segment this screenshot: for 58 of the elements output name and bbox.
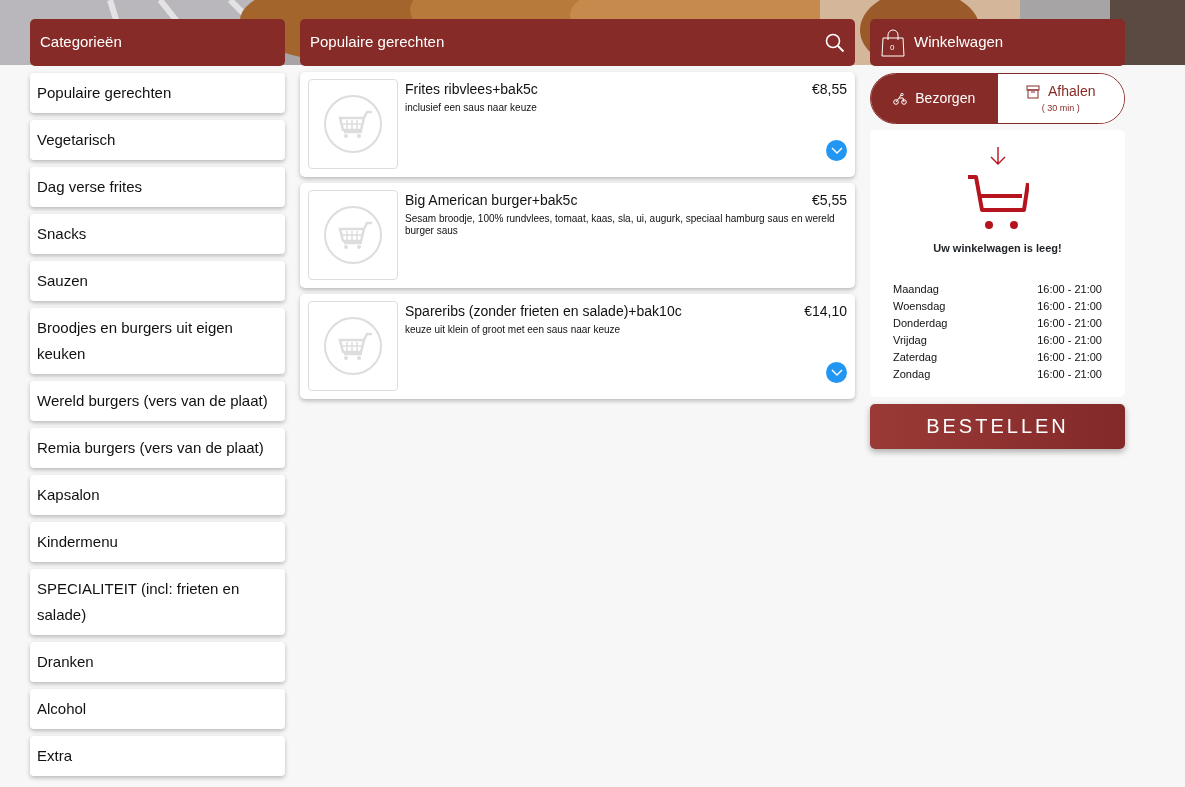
opening-hours: 16:00 - 21:00 xyxy=(1037,281,1102,297)
dish-price: €14,10 xyxy=(804,302,847,321)
category-item[interactable]: Extra xyxy=(30,736,285,776)
category-item[interactable]: Dag verse frites xyxy=(30,167,285,207)
category-item[interactable]: Remia burgers (vers van de plaat) xyxy=(30,428,285,468)
weekday-label: Woensdag xyxy=(893,298,946,314)
category-item[interactable]: Vegetarisch xyxy=(30,120,285,160)
pickup-time: ( 30 min ) xyxy=(1041,102,1080,116)
opening-hours: 16:00 - 21:00 xyxy=(1037,332,1102,348)
option-label: Afhalen xyxy=(1048,82,1096,102)
category-item[interactable]: Kindermenu xyxy=(30,522,285,562)
bicycle-icon xyxy=(893,92,908,105)
dish-description: inclusief een saus naar keuze xyxy=(405,102,538,114)
panel-title: Categorieën xyxy=(40,32,122,53)
category-item[interactable]: Wereld burgers (vers van de plaat) xyxy=(30,381,285,421)
dish-price: €8,55 xyxy=(811,80,847,99)
opening-hours: 16:00 - 21:00 xyxy=(1037,298,1102,314)
dish-card[interactable]: Spareribs (zonder frieten en salade)+bak10c €14,10 keuze uit klein of groot met een saus naar keuze xyxy=(300,294,855,399)
cart-count: 0 xyxy=(890,41,895,54)
category-item[interactable]: Snacks xyxy=(30,214,285,254)
cart-icon xyxy=(966,174,1029,232)
category-item[interactable]: SPECIALITEIT (incl: frieten en salade) xyxy=(30,569,285,635)
weekday-label: Vrijdag xyxy=(893,332,927,348)
shopping-bag-icon xyxy=(880,28,906,57)
expand-button[interactable] xyxy=(826,140,847,161)
opening-hours: 16:00 - 21:00 xyxy=(1037,315,1102,331)
category-item[interactable]: Broodjes en burgers uit eigen keuken xyxy=(30,308,285,374)
dish-name: Big American burger+bak5c xyxy=(405,191,578,210)
dish-description: keuze uit klein of groot met een saus naar keuze xyxy=(405,324,622,336)
category-item[interactable]: Kapsalon xyxy=(30,475,285,515)
weekday-label: Zondag xyxy=(893,366,931,382)
category-item[interactable]: Sauzen xyxy=(30,261,285,301)
dish-name: Frites ribvlees+bak5c xyxy=(405,80,538,99)
dish-price: €5,55 xyxy=(811,191,847,210)
weekday-label: Zaterdag xyxy=(893,349,938,365)
opening-hours: 16:00 - 21:00 xyxy=(1037,366,1102,382)
category-item[interactable]: Dranken xyxy=(30,642,285,682)
delivery-option[interactable]: Bezorgen xyxy=(871,74,998,123)
dish-card[interactable]: Frites ribvlees+bak5c €8,55 inclusief een saus naar keuze xyxy=(300,72,855,177)
weekday-label: Donderdag xyxy=(893,315,948,331)
search-icon[interactable] xyxy=(825,32,845,53)
order-button[interactable]: BESTELLEN xyxy=(870,403,1125,449)
option-label: Bezorgen xyxy=(915,89,976,108)
chevron-down-icon xyxy=(830,368,843,377)
box-icon xyxy=(1026,84,1040,99)
empty-cart-message: Uw winkelwagen is leeg! xyxy=(932,241,1063,256)
chevron-down-icon xyxy=(830,146,843,155)
weekday-label: Maandag xyxy=(893,281,939,297)
dish-description: Sesam broodje, 100% rundvlees, tomaat, kaas, sla, ui, augurk, speciaal hamburg saus en wereld burger saus xyxy=(405,213,836,237)
panel-title: Winkelwagen xyxy=(914,32,1004,53)
opening-hours: 16:00 - 21:00 xyxy=(1037,349,1102,365)
panel-title: Populaire gerechten xyxy=(310,32,445,53)
expand-button[interactable] xyxy=(826,362,847,383)
dish-name: Spareribs (zonder frieten en salade)+bak10c xyxy=(405,302,682,321)
category-item[interactable]: Populaire gerechten xyxy=(30,73,285,113)
dish-card[interactable]: Big American burger+bak5c €5,55 Sesam broodje, 100% rundvlees, tomaat, kaas, sla, ui, augurk, speciaal hamburg saus en wereld burger saus xyxy=(300,183,855,288)
delivery-option[interactable]: Afhalen ( 30 min ) xyxy=(997,74,1124,123)
category-item[interactable]: Alcohol xyxy=(30,689,285,729)
